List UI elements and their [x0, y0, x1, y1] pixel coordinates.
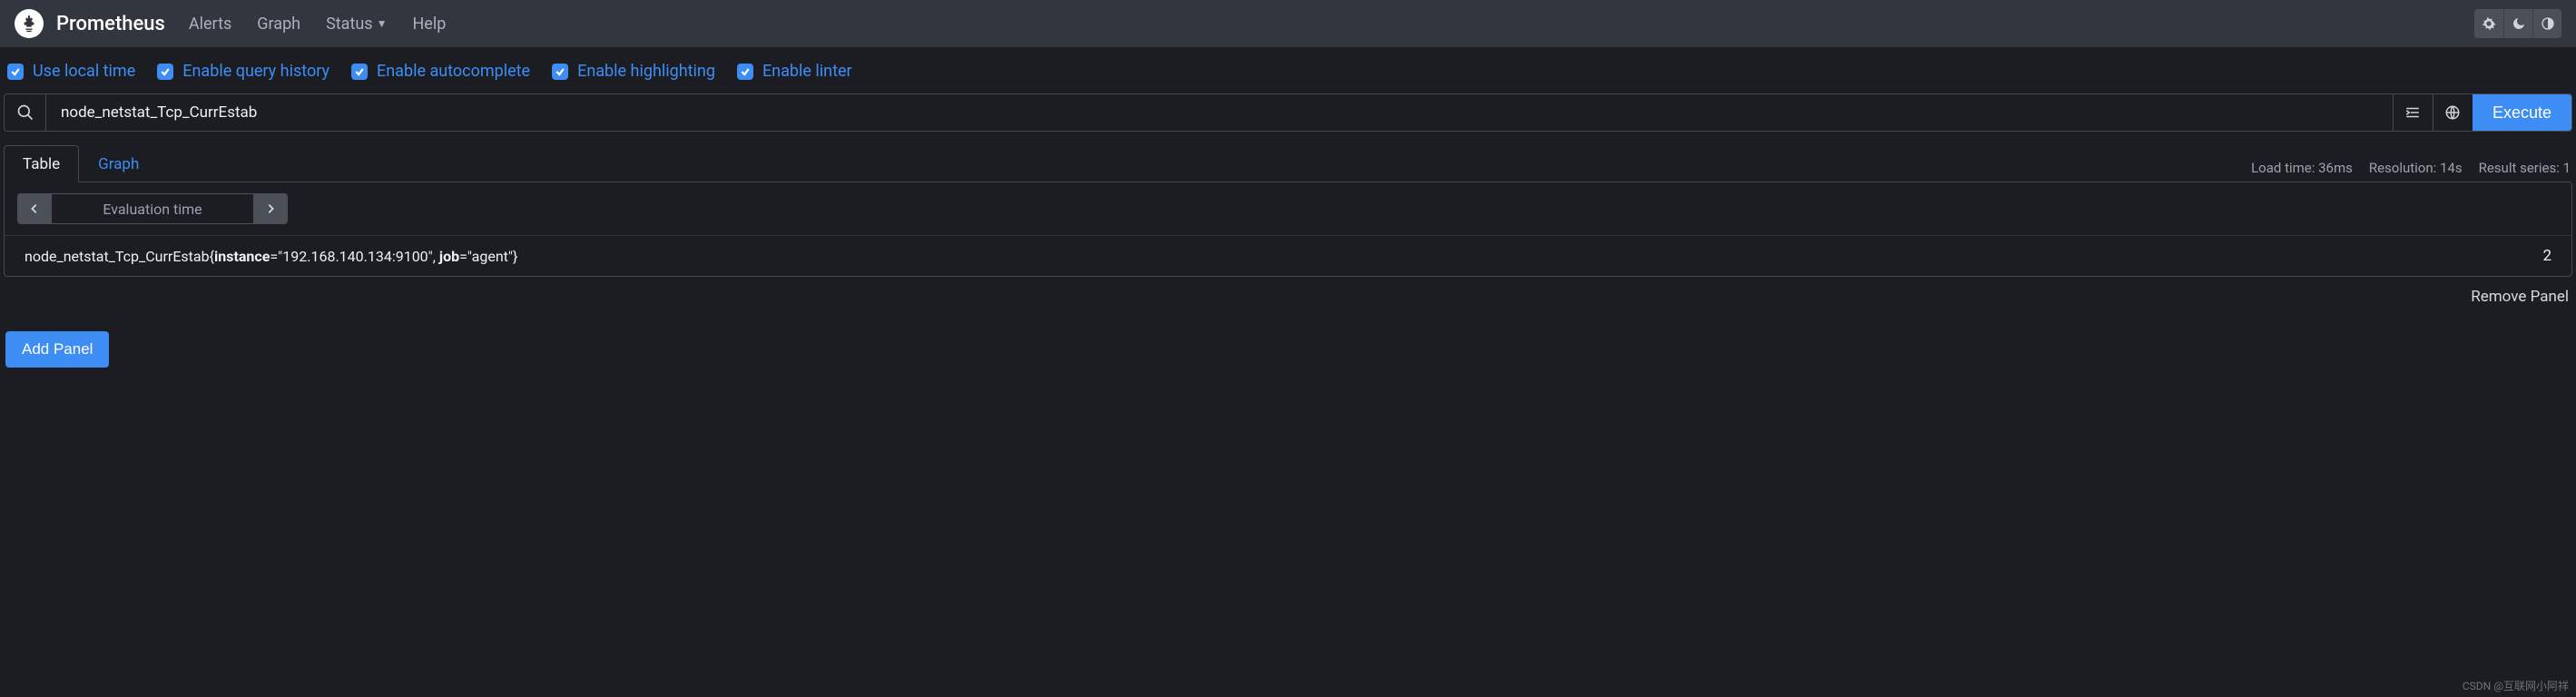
option-enable-autocomplete[interactable]: Enable autocomplete [351, 62, 530, 81]
caret-down-icon: ▼ [377, 17, 388, 30]
option-use-local-time[interactable]: Use local time [7, 62, 135, 81]
result-panel: Evaluation time node_netstat_Tcp_CurrEst… [4, 182, 2572, 277]
metrics-explorer-button[interactable] [2433, 94, 2473, 131]
theme-dark-button[interactable] [2503, 9, 2532, 38]
eval-time-prev-button[interactable] [17, 193, 52, 224]
indent-icon [2404, 104, 2421, 121]
checkbox-icon [552, 64, 568, 80]
chevron-right-icon [264, 202, 277, 215]
query-bar: Execute [4, 93, 2572, 132]
stat-resolution: Resolution: 14s [2369, 160, 2463, 176]
brand[interactable]: Prometheus [15, 9, 165, 38]
checkbox-icon [737, 64, 753, 80]
table-row: node_netstat_Tcp_CurrEstab{instance="192… [5, 236, 2571, 276]
contrast-icon [2541, 16, 2555, 31]
tabs: Table Graph [4, 144, 158, 182]
eval-time-next-button[interactable] [253, 193, 288, 224]
options-bar: Use local time Enable query history Enab… [0, 47, 2576, 93]
query-stats: Load time: 36ms Resolution: 14s Result s… [2251, 160, 2572, 182]
remove-panel-link[interactable]: Remove Panel [0, 277, 2576, 306]
search-icon [5, 94, 46, 131]
evaluation-time-display[interactable]: Evaluation time [52, 193, 253, 224]
theme-light-button[interactable] [2532, 9, 2561, 38]
checkbox-icon [7, 64, 24, 80]
option-enable-highlighting[interactable]: Enable highlighting [552, 62, 715, 81]
option-enable-linter[interactable]: Enable linter [737, 62, 852, 81]
tab-table[interactable]: Table [4, 145, 79, 182]
theme-toggle-group [2474, 9, 2561, 38]
prometheus-logo-icon [15, 9, 44, 38]
chevron-left-icon [28, 202, 41, 215]
moon-icon [2512, 16, 2526, 31]
nav-link-help[interactable]: Help [401, 9, 457, 39]
add-panel-button[interactable]: Add Panel [5, 331, 109, 368]
tabs-row: Table Graph Load time: 36ms Resolution: … [4, 144, 2572, 182]
nav-link-status[interactable]: Status▼ [315, 9, 398, 39]
option-enable-query-history[interactable]: Enable query history [157, 62, 329, 81]
evaluation-time-row: Evaluation time [5, 182, 2571, 236]
tab-graph[interactable]: Graph [79, 145, 158, 182]
brand-title: Prometheus [56, 13, 165, 35]
checkbox-icon [157, 64, 173, 80]
gear-icon [2482, 16, 2496, 31]
format-query-button[interactable] [2393, 94, 2433, 131]
stat-result-series: Result series: 1 [2479, 160, 2571, 176]
result-series-value: 2 [2542, 247, 2551, 265]
result-series-label: node_netstat_Tcp_CurrEstab{instance="192… [25, 248, 517, 265]
nav-link-alerts[interactable]: Alerts [178, 9, 242, 39]
nav-links: Alerts Graph Status▼ Help [178, 9, 457, 39]
globe-icon [2444, 104, 2461, 121]
watermark: CSDN @互联网小阿祥 [2463, 678, 2569, 693]
nav-link-graph[interactable]: Graph [246, 9, 311, 39]
expression-input[interactable] [46, 94, 2393, 131]
evaluation-time-control: Evaluation time [17, 193, 288, 224]
navbar: Prometheus Alerts Graph Status▼ Help [0, 0, 2576, 47]
theme-auto-button[interactable] [2474, 9, 2503, 38]
checkbox-icon [351, 64, 368, 80]
execute-button[interactable]: Execute [2473, 94, 2571, 131]
stat-load-time: Load time: 36ms [2251, 160, 2353, 176]
